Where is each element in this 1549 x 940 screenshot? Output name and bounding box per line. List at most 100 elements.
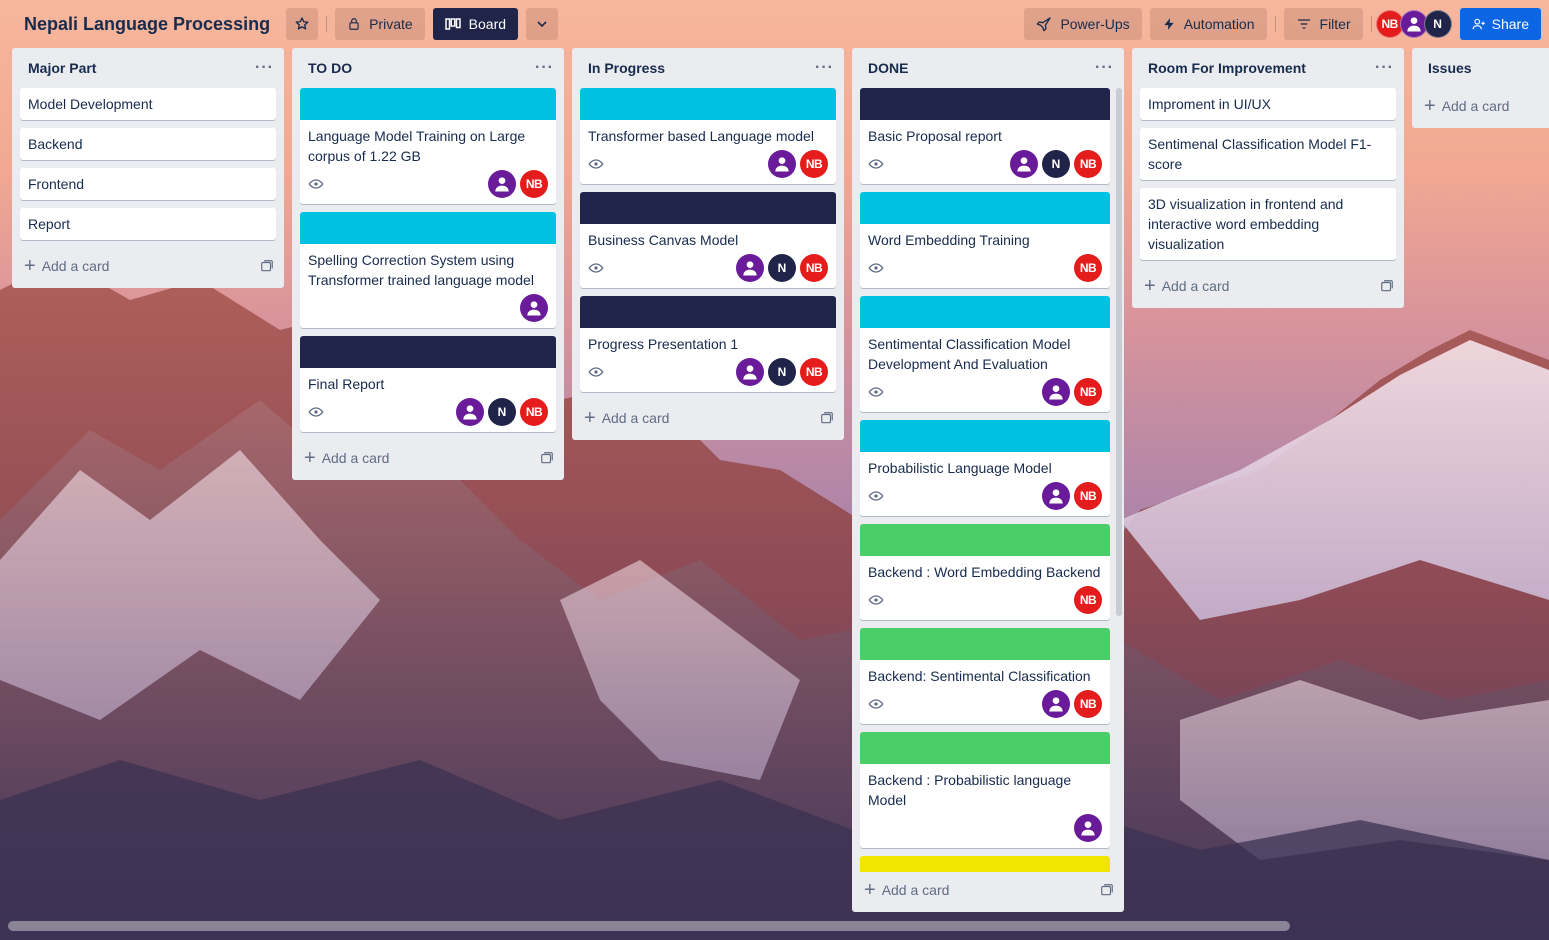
member-avatar-user[interactable] (1010, 150, 1038, 178)
card-template-icon[interactable] (540, 451, 554, 465)
card-template-icon[interactable] (260, 259, 274, 273)
add-card-button[interactable]: + Add a card (1412, 88, 1549, 124)
list-cards-area: Basic Proposal report N NB Word Embedding T… (852, 88, 1124, 872)
card-badges: N NB (308, 398, 548, 428)
add-card-button[interactable]: + Add a card (852, 872, 1124, 908)
member-avatar-nb[interactable]: NB (1074, 254, 1102, 282)
list-header[interactable]: Issues (1412, 48, 1549, 88)
card[interactable]: Probabilistic Language Model NB (860, 420, 1110, 516)
star-button[interactable] (286, 8, 319, 40)
visibility-label: Private (369, 16, 413, 32)
list-title[interactable]: Issues (1428, 60, 1472, 76)
card[interactable]: 3D visualization in frontend and interac… (1140, 188, 1396, 260)
more-options-icon[interactable]: ··· (1375, 60, 1394, 76)
card[interactable]: Sentimental Classification Model Develop… (860, 296, 1110, 412)
card[interactable]: Report (20, 208, 276, 240)
card[interactable]: Final Report N NB (300, 336, 556, 432)
user-icon (495, 177, 509, 192)
more-options-icon[interactable]: ··· (1095, 60, 1114, 76)
card-body: Business Canvas Model N NB (580, 224, 836, 288)
view-switcher-button[interactable] (526, 8, 559, 40)
card-title: Probabilistic Language Model (868, 460, 1052, 476)
add-card-button[interactable]: + Add a card (292, 440, 564, 476)
card[interactable]: Language Model Training on Large corpus … (300, 88, 556, 204)
add-card-button[interactable]: + Add a card (572, 400, 844, 436)
card[interactable]: Spelling Correction System using Transfo… (300, 212, 556, 328)
card[interactable]: Backend: Sentimental Classification NB (860, 628, 1110, 724)
member-initials: NB (805, 365, 823, 379)
member-avatar-user[interactable] (520, 294, 548, 322)
board-horizontal-scrollbar[interactable] (8, 921, 1290, 931)
more-options-icon[interactable]: ··· (535, 60, 554, 76)
member-avatar-user[interactable] (1074, 814, 1102, 842)
card[interactable]: Backend (20, 128, 276, 160)
card[interactable]: Basic Proposal report N NB (860, 88, 1110, 184)
list-header[interactable]: Major Part ··· (12, 48, 284, 88)
list-vertical-scrollbar[interactable] (1116, 88, 1122, 616)
visibility-button[interactable]: Private (335, 8, 425, 40)
card[interactable]: Business Canvas Model N NB (580, 192, 836, 288)
member-avatar-nb[interactable]: NB (1074, 150, 1102, 178)
member-avatar-user[interactable] (736, 358, 764, 386)
member-avatar-user[interactable] (1042, 482, 1070, 510)
list-title[interactable]: TO DO (308, 60, 352, 76)
member-avatar-nb[interactable]: NB (1074, 378, 1102, 406)
card-title: Backend : Probabilistic language Model (868, 772, 1072, 808)
card[interactable]: Progress Presentation 1 N NB (580, 296, 836, 392)
card[interactable]: Model Development (20, 88, 276, 120)
card[interactable]: Backend : Probabilistic language Model (860, 732, 1110, 848)
member-avatar-n[interactable]: N (1423, 10, 1452, 38)
list-header[interactable]: DONE ··· (852, 48, 1124, 88)
card-template-icon[interactable] (820, 411, 834, 425)
card[interactable]: Improment in UI/UX (1140, 88, 1396, 120)
member-initials: NB (1079, 385, 1097, 399)
member-avatar-user[interactable] (1042, 690, 1070, 718)
member-avatar-user[interactable] (1042, 378, 1070, 406)
board-title[interactable]: Nepali Language Processing (16, 8, 278, 40)
card[interactable] (860, 856, 1110, 872)
member-avatar-nb[interactable]: NB (520, 170, 548, 198)
card[interactable]: Word Embedding Training NB (860, 192, 1110, 288)
card[interactable]: Frontend (20, 168, 276, 200)
member-avatar-nb[interactable]: NB (800, 254, 828, 282)
card-body: Progress Presentation 1 N NB (580, 328, 836, 392)
board-view-button[interactable]: Board (432, 8, 519, 40)
member-avatar-n[interactable]: N (488, 398, 516, 426)
add-card-button[interactable]: + Add a card (12, 248, 284, 284)
card-body: Backend : Word Embedding Backend NB (860, 556, 1110, 620)
list-title[interactable]: Room For Improvement (1148, 60, 1306, 76)
card[interactable]: Sentimenal Classification Model F1-score (1140, 128, 1396, 180)
member-avatar-user[interactable] (488, 170, 516, 198)
more-options-icon[interactable]: ··· (255, 60, 274, 76)
card[interactable]: Backend : Word Embedding Backend NB (860, 524, 1110, 620)
member-avatar-user[interactable] (456, 398, 484, 426)
share-button[interactable]: Share (1459, 8, 1541, 40)
member-avatar-user[interactable] (736, 254, 764, 282)
card-template-icon[interactable] (1380, 279, 1394, 293)
member-avatar-nb[interactable]: NB (1074, 586, 1102, 614)
card-members: NB (1042, 690, 1102, 718)
member-avatar-nb[interactable]: NB (520, 398, 548, 426)
list-title[interactable]: DONE (868, 60, 908, 76)
list-header[interactable]: Room For Improvement ··· (1132, 48, 1404, 88)
card-title: Final Report (308, 376, 385, 392)
list-title[interactable]: In Progress (588, 60, 665, 76)
member-avatar-n[interactable]: N (768, 254, 796, 282)
automation-button[interactable]: Automation (1149, 8, 1267, 40)
member-avatar-nb[interactable]: NB (800, 358, 828, 386)
member-avatar-nb[interactable]: NB (1074, 690, 1102, 718)
more-options-icon[interactable]: ··· (815, 60, 834, 76)
member-avatar-nb[interactable]: NB (1074, 482, 1102, 510)
member-avatar-n[interactable]: N (1042, 150, 1070, 178)
card-template-icon[interactable] (1100, 883, 1114, 897)
member-avatar-nb[interactable]: NB (800, 150, 828, 178)
list-header[interactable]: TO DO ··· (292, 48, 564, 88)
card[interactable]: Transformer based Language model NB (580, 88, 836, 184)
add-card-button[interactable]: + Add a card (1132, 268, 1404, 304)
list-title[interactable]: Major Part (28, 60, 96, 76)
member-avatar-user[interactable] (768, 150, 796, 178)
member-avatar-n[interactable]: N (768, 358, 796, 386)
power-ups-button[interactable]: Power-Ups (1024, 8, 1142, 40)
filter-button[interactable]: Filter (1283, 8, 1363, 40)
list-header[interactable]: In Progress ··· (572, 48, 844, 88)
